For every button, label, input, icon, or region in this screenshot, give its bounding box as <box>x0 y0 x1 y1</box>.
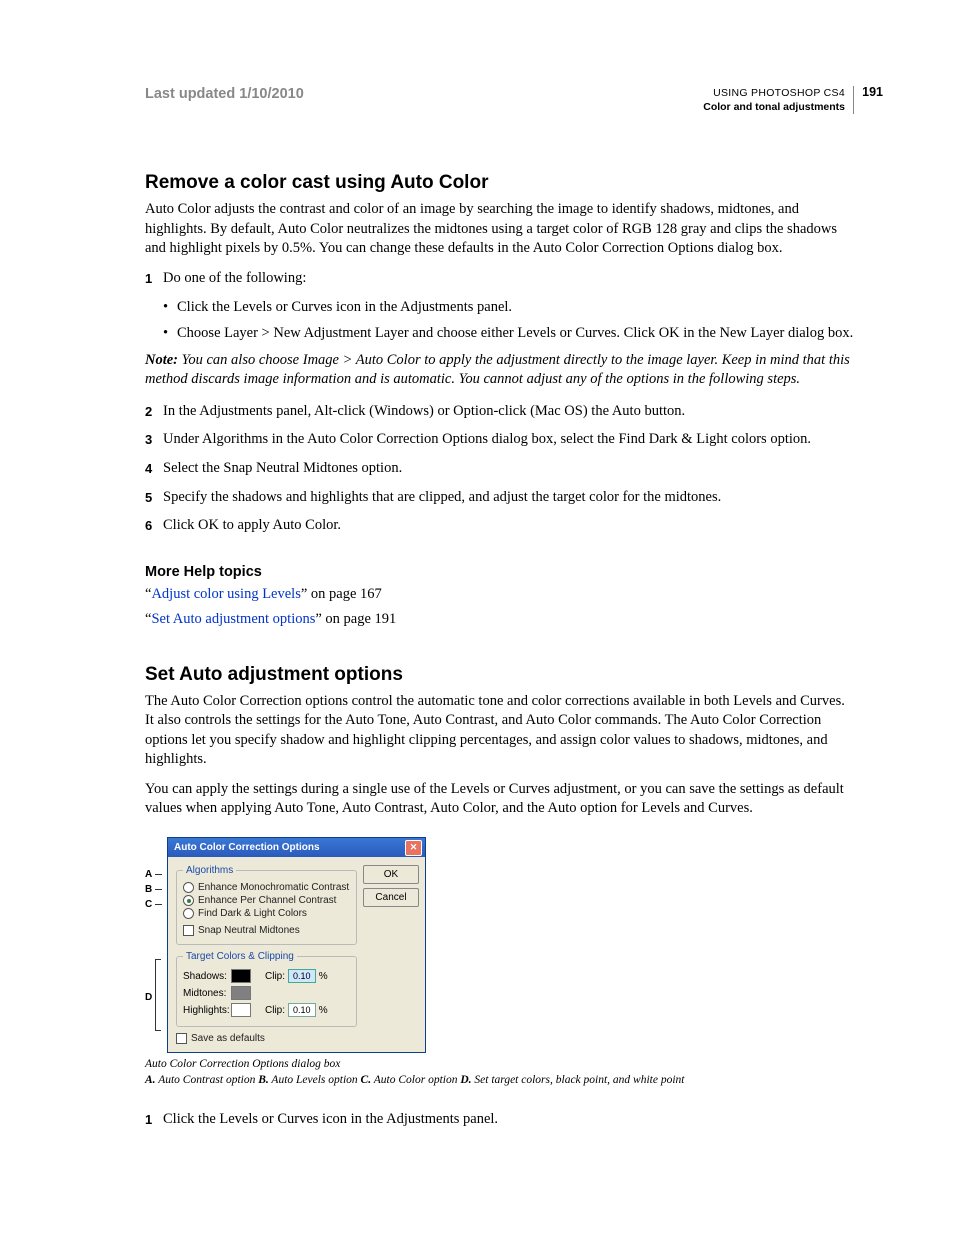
sec2-p1: The Auto Color Correction options contro… <box>145 692 854 770</box>
sec2-p2: You can apply the settings during a sing… <box>145 780 854 819</box>
intro-paragraph: Auto Color adjusts the contrast and colo… <box>145 200 854 259</box>
figure-caption: Auto Color Correction Options dialog box… <box>145 1057 854 1088</box>
more-help-heading: More Help topics <box>145 564 854 580</box>
dialog-title: Auto Color Correction Options <box>174 842 320 853</box>
heading-set-auto-adjustment: Set Auto adjustment options <box>145 664 854 686</box>
page-header: Last updated 1/10/2010 191 USING PHOTOSH… <box>145 86 854 114</box>
close-icon[interactable]: ✕ <box>405 840 422 856</box>
step-2: 2In the Adjustments panel, Alt-click (Wi… <box>145 402 854 422</box>
step-6: 6Click OK to apply Auto Color. <box>145 516 854 536</box>
heading-remove-color-cast: Remove a color cast using Auto Color <box>145 172 854 194</box>
radio-monochromatic[interactable]: Enhance Monochromatic Contrast <box>183 882 350 893</box>
step-3: 3Under Algorithms in the Auto Color Corr… <box>145 430 854 450</box>
radio-find-dark-light[interactable]: Find Dark & Light Colors <box>183 908 350 919</box>
step-5: 5Specify the shadows and highlights that… <box>145 488 854 508</box>
last-updated: Last updated 1/10/2010 <box>145 86 304 102</box>
midtones-swatch[interactable] <box>231 986 251 1000</box>
figure-dialog: A B C D Auto Color Correction Options ✕ … <box>145 837 854 1088</box>
highlights-clip-input[interactable]: 0.10 <box>288 1003 316 1017</box>
step-1: 1Do one of the following: <box>145 269 854 289</box>
doc-title: USING PHOTOSHOP CS4 <box>703 86 845 100</box>
highlights-row: Highlights: Clip: 0.10% <box>183 1003 350 1017</box>
midtones-row: Midtones: <box>183 986 350 1000</box>
ok-button[interactable]: OK <box>363 865 419 884</box>
link-adjust-color-levels[interactable]: Adjust color using Levels <box>151 586 300 602</box>
note: Note: You can also choose Image > Auto C… <box>145 351 854 390</box>
shadows-clip-input[interactable]: 0.10 <box>288 969 316 983</box>
algorithms-fieldset: Algorithms Enhance Monochromatic Contras… <box>176 865 357 945</box>
highlights-swatch[interactable] <box>231 1003 251 1017</box>
link-set-auto-adjustment[interactable]: Set Auto adjustment options <box>151 611 315 627</box>
header-right: 191 USING PHOTOSHOP CS4 Color and tonal … <box>703 86 854 114</box>
dialog-titlebar: Auto Color Correction Options ✕ <box>168 838 425 857</box>
check-snap-neutral[interactable]: Snap Neutral Midtones <box>183 925 350 936</box>
help-link-2: “Set Auto adjustment options” on page 19… <box>145 611 854 628</box>
shadows-swatch[interactable] <box>231 969 251 983</box>
algorithms-legend: Algorithms <box>183 865 236 876</box>
check-save-defaults[interactable]: Save as defaults <box>176 1033 357 1044</box>
sec2-step-1: 1Click the Levels or Curves icon in the … <box>145 1110 854 1130</box>
section-title: Color and tonal adjustments <box>703 100 845 114</box>
step-4: 4Select the Snap Neutral Midtones option… <box>145 459 854 479</box>
target-colors-legend: Target Colors & Clipping <box>183 951 297 962</box>
cancel-button[interactable]: Cancel <box>363 888 419 907</box>
target-colors-fieldset: Target Colors & Clipping Shadows: Clip: … <box>176 951 357 1027</box>
bullet-2: •Choose Layer > New Adjustment Layer and… <box>163 324 854 344</box>
bullet-1: •Click the Levels or Curves icon in the … <box>163 298 854 318</box>
shadows-row: Shadows: Clip: 0.10% <box>183 969 350 983</box>
auto-color-dialog: Auto Color Correction Options ✕ Algorith… <box>167 837 426 1053</box>
help-link-1: “Adjust color using Levels” on page 167 <box>145 586 854 603</box>
radio-per-channel[interactable]: Enhance Per Channel Contrast <box>183 895 350 906</box>
page-number: 191 <box>862 84 883 101</box>
